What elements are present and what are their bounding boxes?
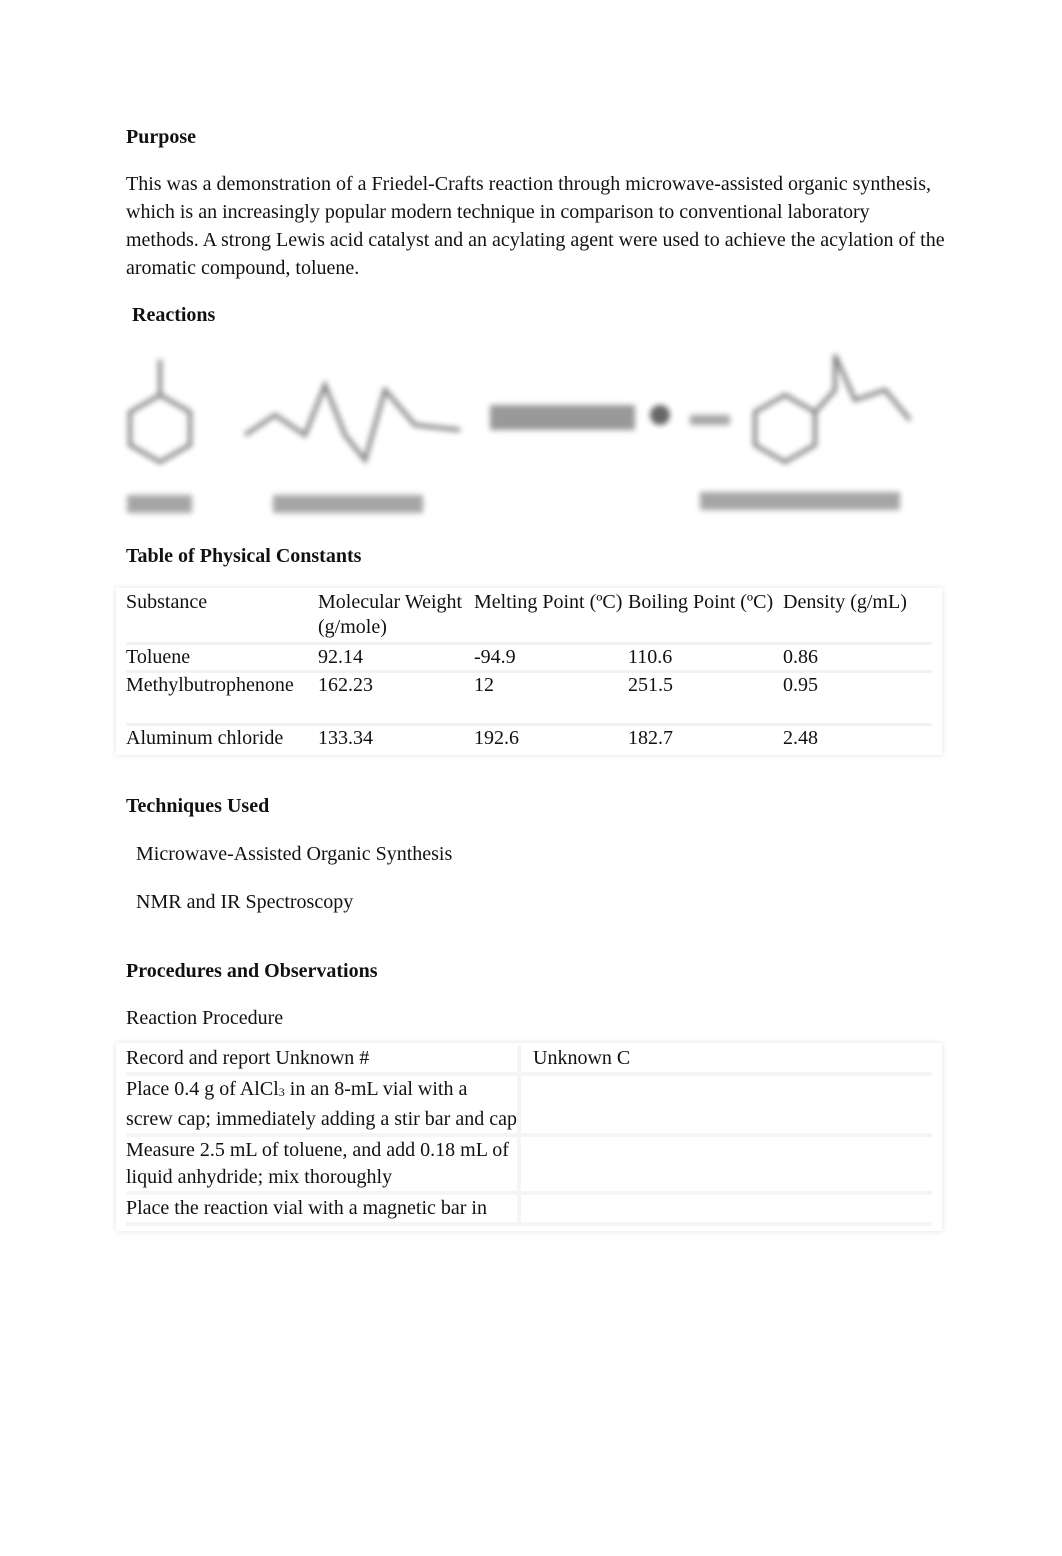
toluene-ring	[128, 392, 192, 465]
step-text: Place 0.4 g of AlCl	[126, 1078, 279, 1100]
reaction-procedure-subheading: Reaction Procedure	[126, 1007, 284, 1029]
arrow-head	[650, 405, 670, 425]
procedure-step: Place the reaction vial with a magnetic …	[126, 1193, 519, 1226]
cell: Toluene	[126, 643, 318, 673]
cell: 110.6	[628, 643, 783, 673]
header-cell: Melting Point (ºC)	[474, 590, 628, 645]
cell: 192.6	[474, 727, 519, 749]
techniques-heading: Techniques Used	[126, 795, 270, 817]
cell: 251.5	[628, 671, 783, 726]
procedure-row: Measure 2.5 mL of toluene, and add 0.18 …	[126, 1135, 932, 1195]
cell: -94.9	[474, 643, 628, 673]
cell: 182.7	[628, 727, 673, 749]
cell: Aluminum chloride	[126, 727, 284, 749]
procedure-step: Place 0.4 g of AlCl3 in an 8-mL vial wit…	[126, 1074, 519, 1137]
anhydride-structure	[243, 379, 461, 465]
cell: 0.86	[783, 643, 932, 673]
procedure-step: Record and report Unknown #	[126, 1045, 519, 1076]
procedure-observation	[517, 1135, 932, 1195]
cell: 0.95	[783, 671, 932, 726]
header-cell: Boiling Point (ºC)	[628, 590, 783, 645]
anhydride-label	[273, 495, 423, 513]
reagent-label	[490, 405, 635, 430]
procedure-table: Record and report Unknown # Unknown C Pl…	[116, 1043, 942, 1231]
product-label	[700, 492, 900, 510]
product-chain	[813, 354, 912, 422]
procedure-observation	[517, 1193, 932, 1226]
technique-item: NMR and IR Spectroscopy	[136, 891, 354, 913]
cell: 2.48	[783, 727, 818, 749]
cell: 133.34	[318, 727, 373, 749]
procedure-step: Measure 2.5 mL of toluene, and add 0.18 …	[126, 1135, 519, 1195]
header-cell: Density (g/mL)	[783, 590, 932, 645]
procedure-row: Record and report Unknown # Unknown C	[126, 1045, 932, 1076]
cell: 162.23	[318, 671, 474, 726]
toluene-label	[127, 495, 192, 513]
cell: 12	[474, 671, 628, 726]
reaction-scheme-image	[127, 354, 912, 513]
table-header-row: Substance Molecular Weight (g/mole) Melt…	[126, 590, 932, 645]
table-row: Methylbutrophenone 162.23 12 251.5 0.95	[126, 671, 932, 726]
purpose-text: This was a demonstration of a Friedel-Cr…	[126, 173, 945, 279]
constants-heading: Table of Physical Constants	[126, 545, 362, 567]
reactions-heading: Reactions	[132, 304, 216, 326]
cell: Methylbutrophenone	[126, 671, 318, 726]
cell: 92.14	[318, 643, 474, 673]
product-ring	[753, 392, 817, 465]
table-row: Toluene 92.14 -94.9 110.6 0.86	[126, 643, 932, 673]
purpose-heading: Purpose	[126, 126, 196, 148]
table-row: Aluminum chloride 133.34 192.6 182.7 2.4…	[126, 725, 932, 752]
header-cell: Molecular Weight (g/mole)	[318, 590, 474, 645]
procedure-observation: Unknown C	[517, 1045, 932, 1076]
procedure-row: Place the reaction vial with a magnetic …	[126, 1193, 932, 1226]
procedures-heading: Procedures and Observations	[126, 960, 378, 982]
procedure-observation	[517, 1074, 932, 1137]
procedure-row: Place 0.4 g of AlCl3 in an 8-mL vial wit…	[126, 1074, 932, 1137]
physical-constants-table: Substance Molecular Weight (g/mole) Melt…	[116, 588, 942, 755]
technique-item: Microwave-Assisted Organic Synthesis	[136, 843, 453, 865]
header-cell: Substance	[126, 590, 318, 645]
